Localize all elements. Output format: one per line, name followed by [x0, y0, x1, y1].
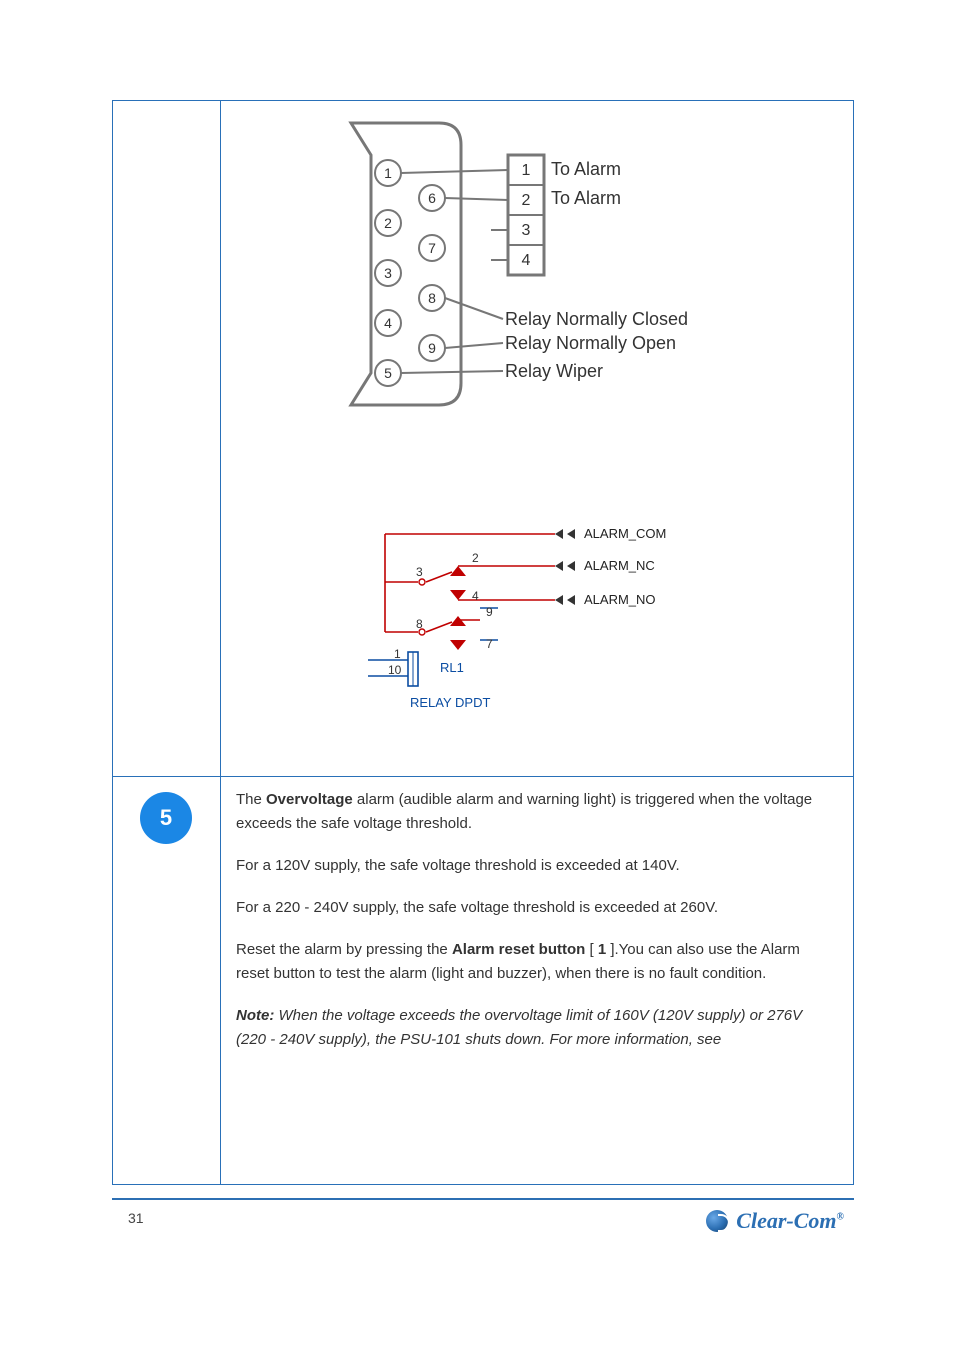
reset-button-term: Alarm reset button: [452, 941, 590, 958]
threshold-240v: For a 220 - 240V supply, the safe voltag…: [236, 896, 836, 920]
reset-paragraph: Reset the alarm by pressing the Alarm re…: [236, 938, 836, 986]
svg-text:1: 1: [384, 165, 392, 181]
note-text: When the voltage exceeds the overvoltage…: [236, 1007, 802, 1048]
svg-text:4: 4: [384, 315, 392, 331]
svg-text:4: 4: [472, 589, 479, 603]
svg-text:5: 5: [384, 365, 392, 381]
brand-mark-icon: [706, 1210, 728, 1232]
brand-logo: Clear-Com®: [706, 1208, 844, 1234]
table-row-separator: [113, 776, 853, 777]
note-label: Note:: [236, 1007, 274, 1024]
callout-badge: 5: [140, 792, 192, 844]
callout-ref-1: 1: [598, 941, 611, 958]
svg-text:7: 7: [428, 240, 436, 256]
to-alarm-label-1: To Alarm: [551, 159, 621, 180]
text: Reset the alarm by pressing the: [236, 941, 452, 958]
relay-part: RELAY DPDT: [410, 695, 490, 710]
relay-wiper-label: Relay Wiper: [505, 361, 603, 382]
note-paragraph: Note: When the voltage exceeds the overv…: [236, 1004, 836, 1052]
text: [: [589, 941, 597, 958]
footer-rule: [112, 1198, 854, 1200]
to-alarm-label-2: To Alarm: [551, 188, 621, 209]
svg-text:3: 3: [384, 265, 392, 281]
svg-text:8: 8: [416, 617, 423, 631]
brand-name: Clear-Com®: [736, 1208, 844, 1234]
relay-dpdt-schematic: 3 2 4 9 8 7 1 10 ALARM_COM ALARM_NC ALAR…: [340, 500, 740, 760]
svg-text:10: 10: [388, 663, 402, 677]
description-text: The Overvoltage alarm (audible alarm and…: [236, 788, 836, 1070]
relay-refdes: RL1: [440, 660, 464, 675]
svg-text:3: 3: [416, 565, 423, 579]
relay-schematic-svg: 3 2 4 9 8 7 1 10: [340, 500, 740, 760]
svg-text:3: 3: [522, 222, 531, 239]
svg-text:2: 2: [472, 551, 479, 565]
svg-text:8: 8: [428, 290, 436, 306]
svg-text:4: 4: [522, 252, 531, 269]
net-alarm-com: ALARM_COM: [584, 526, 666, 541]
svg-text:2: 2: [522, 192, 531, 209]
threshold-120v: For a 120V supply, the safe voltage thre…: [236, 854, 836, 878]
relay-nc-label: Relay Normally Closed: [505, 309, 688, 330]
svg-text:1: 1: [394, 647, 401, 661]
svg-text:6: 6: [428, 190, 436, 206]
net-alarm-nc: ALARM_NC: [584, 558, 655, 573]
overvoltage-term: Overvoltage: [266, 791, 357, 808]
db9-alarm-pinout-diagram: 1 2 3 4 5 6 7 8 9 1 2 3 4: [333, 115, 753, 420]
callout-number: 5: [160, 805, 172, 831]
table-left-column: [113, 101, 221, 1184]
svg-text:1: 1: [522, 162, 531, 179]
registered-mark: ®: [837, 1212, 844, 1223]
text: The: [236, 791, 266, 808]
brand-name-text: Clear-Com: [736, 1208, 836, 1233]
relay-no-label: Relay Normally Open: [505, 333, 676, 354]
overvoltage-paragraph: The Overvoltage alarm (audible alarm and…: [236, 788, 836, 836]
svg-text:7: 7: [486, 637, 493, 651]
svg-text:2: 2: [384, 215, 392, 231]
svg-text:9: 9: [486, 605, 493, 619]
svg-text:9: 9: [428, 340, 436, 356]
net-alarm-no: ALARM_NO: [584, 592, 656, 607]
page-number: 31: [128, 1210, 144, 1226]
